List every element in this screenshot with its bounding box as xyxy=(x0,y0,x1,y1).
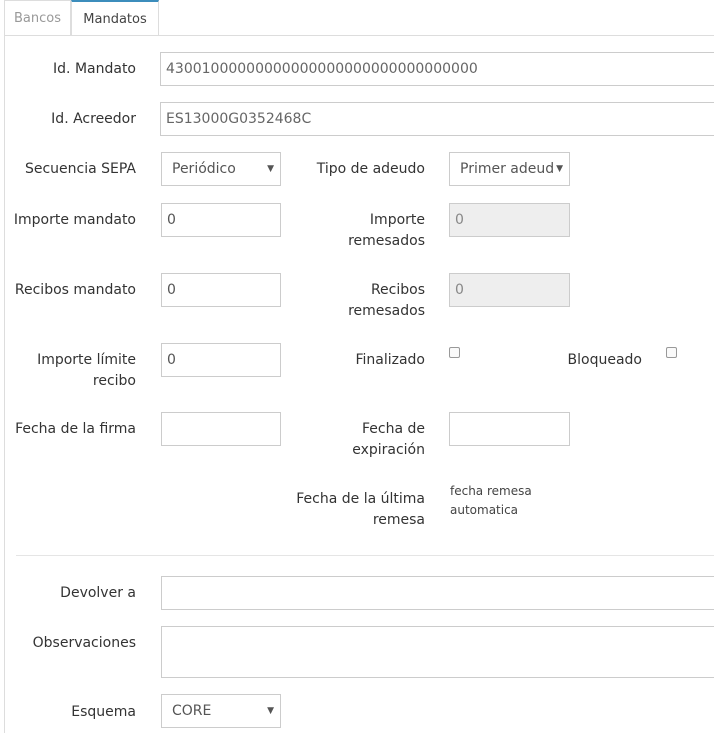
fecha-expiracion-label-line1: Fecha de xyxy=(362,421,425,437)
importe-limite-label-line1: Importe límite xyxy=(37,352,136,368)
recibos-remesados-label-line2: remesados xyxy=(348,303,425,319)
importe-remesados-field: 0 xyxy=(449,203,570,237)
secuencia-sepa-select[interactable]: Periódico ▼ xyxy=(161,152,281,186)
secuencia-sepa-label: Secuencia SEPA xyxy=(24,161,136,177)
fecha-ultima-remesa-label-line2: remesa xyxy=(372,512,425,528)
tipo-adeudo-value: Primer adeudo xyxy=(460,161,563,177)
panel-border xyxy=(4,36,5,733)
recibos-mandato-field[interactable]: 0 xyxy=(161,273,281,307)
bloqueado-checkbox[interactable] xyxy=(666,347,677,358)
caret-down-icon: ▼ xyxy=(553,153,563,185)
fecha-firma-field[interactable] xyxy=(161,412,281,446)
fecha-firma-label: Fecha de la firma xyxy=(15,421,136,437)
finalizado-checkbox[interactable] xyxy=(449,347,460,358)
fecha-ultima-remesa-label-line1: Fecha de la última xyxy=(296,491,425,507)
fecha-ultima-remesa-value: fecha remesa automatica xyxy=(450,482,532,520)
section-separator xyxy=(16,555,714,556)
importe-remesados-label-line2: remesados xyxy=(348,233,425,249)
recibos-remesados-field: 0 xyxy=(449,273,570,307)
esquema-label: Esquema xyxy=(71,704,136,720)
importe-mandato-field[interactable]: 0 xyxy=(161,203,281,237)
id-acreedor-label: Id. Acreedor xyxy=(51,111,136,127)
recibos-remesados-label: Recibos remesados xyxy=(348,280,425,322)
tipo-adeudo-label: Tipo de adeudo xyxy=(316,161,425,177)
caret-down-icon: ▼ xyxy=(267,164,274,174)
bloqueado-label: Bloqueado xyxy=(567,352,642,368)
recibos-remesados-label-line1: Recibos xyxy=(370,282,425,298)
id-mandato-label: Id. Mandato xyxy=(53,61,136,77)
devolver-a-field[interactable] xyxy=(161,576,714,610)
fecha-expiracion-label-line2: expiración xyxy=(352,442,425,458)
devolver-a-label: Devolver a xyxy=(60,585,136,601)
tab-bancos[interactable]: Bancos xyxy=(4,0,71,35)
id-mandato-field[interactable]: 43001000000000000000000000000000000 xyxy=(160,52,714,86)
importe-remesados-label: Importe remesados xyxy=(348,210,425,252)
importe-remesados-label-line1: Importe xyxy=(369,212,425,228)
finalizado-label: Finalizado xyxy=(355,352,425,368)
esquema-value: CORE xyxy=(172,703,212,719)
caret-down-icon: ▼ xyxy=(267,706,274,716)
observaciones-label: Observaciones xyxy=(32,635,136,651)
recibos-mandato-label: Recibos mandato xyxy=(14,282,136,298)
fecha-expiracion-label: Fecha de expiración xyxy=(352,419,425,461)
tipo-adeudo-select[interactable]: Primer adeudo ▼ xyxy=(449,152,570,186)
importe-limite-label: Importe límite recibo xyxy=(37,350,136,392)
esquema-select[interactable]: CORE ▼ xyxy=(161,694,281,728)
id-acreedor-field[interactable]: ES13000G0352468C xyxy=(160,102,714,136)
observaciones-textarea[interactable] xyxy=(161,626,714,678)
importe-limite-label-line2: recibo xyxy=(92,373,136,389)
fecha-ultima-remesa-label: Fecha de la última remesa xyxy=(296,489,425,531)
importe-limite-field[interactable]: 0 xyxy=(161,343,281,377)
fecha-ultima-remesa-value-line2: automatica xyxy=(450,503,519,517)
importe-mandato-label: Importe mandato xyxy=(13,212,136,228)
fecha-expiracion-field[interactable] xyxy=(449,412,570,446)
tabs-divider xyxy=(4,35,714,36)
tab-mandatos[interactable]: Mandatos xyxy=(71,0,159,36)
fecha-ultima-remesa-value-line1: fecha remesa xyxy=(450,484,532,498)
secuencia-sepa-value: Periódico xyxy=(172,161,236,177)
